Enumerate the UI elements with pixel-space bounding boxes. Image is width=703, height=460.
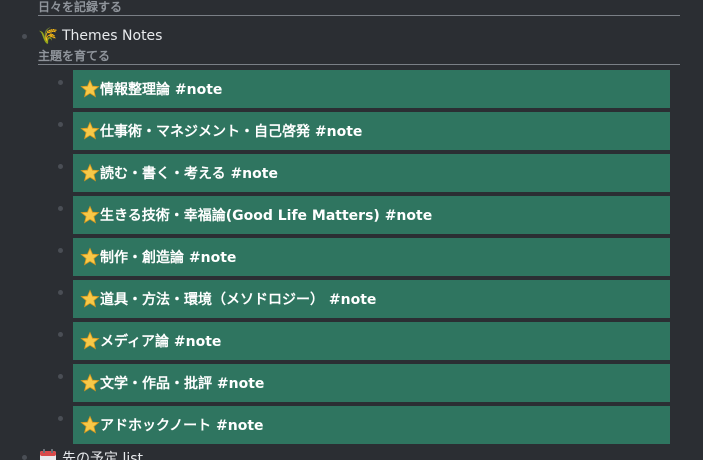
note-title: 仕事術・マネジメント・自己啓発 #note — [100, 124, 363, 140]
note-link[interactable]: メディア論 #note — [73, 322, 670, 360]
sheaf-of-rice-icon: 🌾 — [38, 26, 58, 45]
list-item: 生きる技術・幸福論(Good Life Matters) #note — [0, 196, 703, 238]
calendar-icon — [38, 448, 58, 460]
note-bullet[interactable] — [58, 80, 63, 85]
note-bullet[interactable] — [58, 164, 63, 169]
note-bullet[interactable] — [58, 416, 63, 421]
note-bullet[interactable] — [58, 374, 63, 379]
schedule-bullet[interactable] — [22, 455, 27, 460]
themes-subheading: 主題を育てる — [38, 49, 680, 65]
note-link[interactable]: 情報整理論 #note — [73, 70, 670, 108]
note-link[interactable]: 制作・創造論 #note — [73, 238, 670, 276]
note-link[interactable]: アドホックノート #note — [73, 406, 670, 444]
star-icon — [80, 331, 100, 351]
note-link[interactable]: 生きる技術・幸福論(Good Life Matters) #note — [73, 196, 670, 234]
star-icon — [80, 79, 100, 99]
themes-bullet[interactable] — [22, 34, 27, 39]
star-icon — [80, 205, 100, 225]
note-link[interactable]: 文学・作品・批評 #note — [73, 364, 670, 402]
list-item: 情報整理論 #note — [0, 70, 703, 112]
note-bullet[interactable] — [58, 248, 63, 253]
note-title: 情報整理論 #note — [100, 82, 223, 98]
star-icon — [80, 415, 100, 435]
note-bullet[interactable] — [58, 332, 63, 337]
star-icon — [80, 289, 100, 309]
list-item: 文学・作品・批評 #note — [0, 364, 703, 406]
list-item: 読む・書く・考える #note — [0, 154, 703, 196]
schedule-title-text: 先の予定 list — [62, 451, 144, 460]
note-bullet[interactable] — [58, 290, 63, 295]
note-title: 道具・方法・環境（メソドロジー） #note — [100, 292, 377, 308]
outliner-page: 日々を記録する 🌾 Themes Notes 主題を育てる 情報整理論 #not… — [0, 0, 703, 460]
list-item: 制作・創造論 #note — [0, 238, 703, 280]
note-title: 生きる技術・幸福論(Good Life Matters) #note — [100, 208, 433, 224]
themes-section-title[interactable]: 🌾 Themes Notes — [38, 26, 162, 46]
list-item: アドホックノート #note — [0, 406, 703, 448]
star-icon — [80, 247, 100, 267]
note-link[interactable]: 仕事術・マネジメント・自己啓発 #note — [73, 112, 670, 150]
schedule-section-title[interactable]: 先の予定 list — [38, 448, 143, 460]
note-title: メディア論 #note — [100, 334, 222, 350]
list-item: 道具・方法・環境（メソドロジー） #note — [0, 280, 703, 322]
themes-note-list: 情報整理論 #note 仕事術・マネジメント・自己啓発 #note 読む・書く・… — [0, 70, 703, 448]
star-icon — [80, 163, 100, 183]
star-icon — [80, 373, 100, 393]
note-link[interactable]: 道具・方法・環境（メソドロジー） #note — [73, 280, 670, 318]
star-icon — [80, 121, 100, 141]
note-title: 文学・作品・批評 #note — [100, 376, 265, 392]
themes-title-text: Themes Notes — [62, 28, 163, 44]
note-bullet[interactable] — [58, 122, 63, 127]
note-title: 読む・書く・考える #note — [100, 166, 278, 182]
list-item: メディア論 #note — [0, 322, 703, 364]
note-title: アドホックノート #note — [100, 418, 264, 434]
note-link[interactable]: 読む・書く・考える #note — [73, 154, 670, 192]
list-item: 仕事術・マネジメント・自己啓発 #note — [0, 112, 703, 154]
note-bullet[interactable] — [58, 206, 63, 211]
daily-log-subheading: 日々を記録する — [38, 0, 680, 16]
note-title: 制作・創造論 #note — [100, 250, 237, 266]
